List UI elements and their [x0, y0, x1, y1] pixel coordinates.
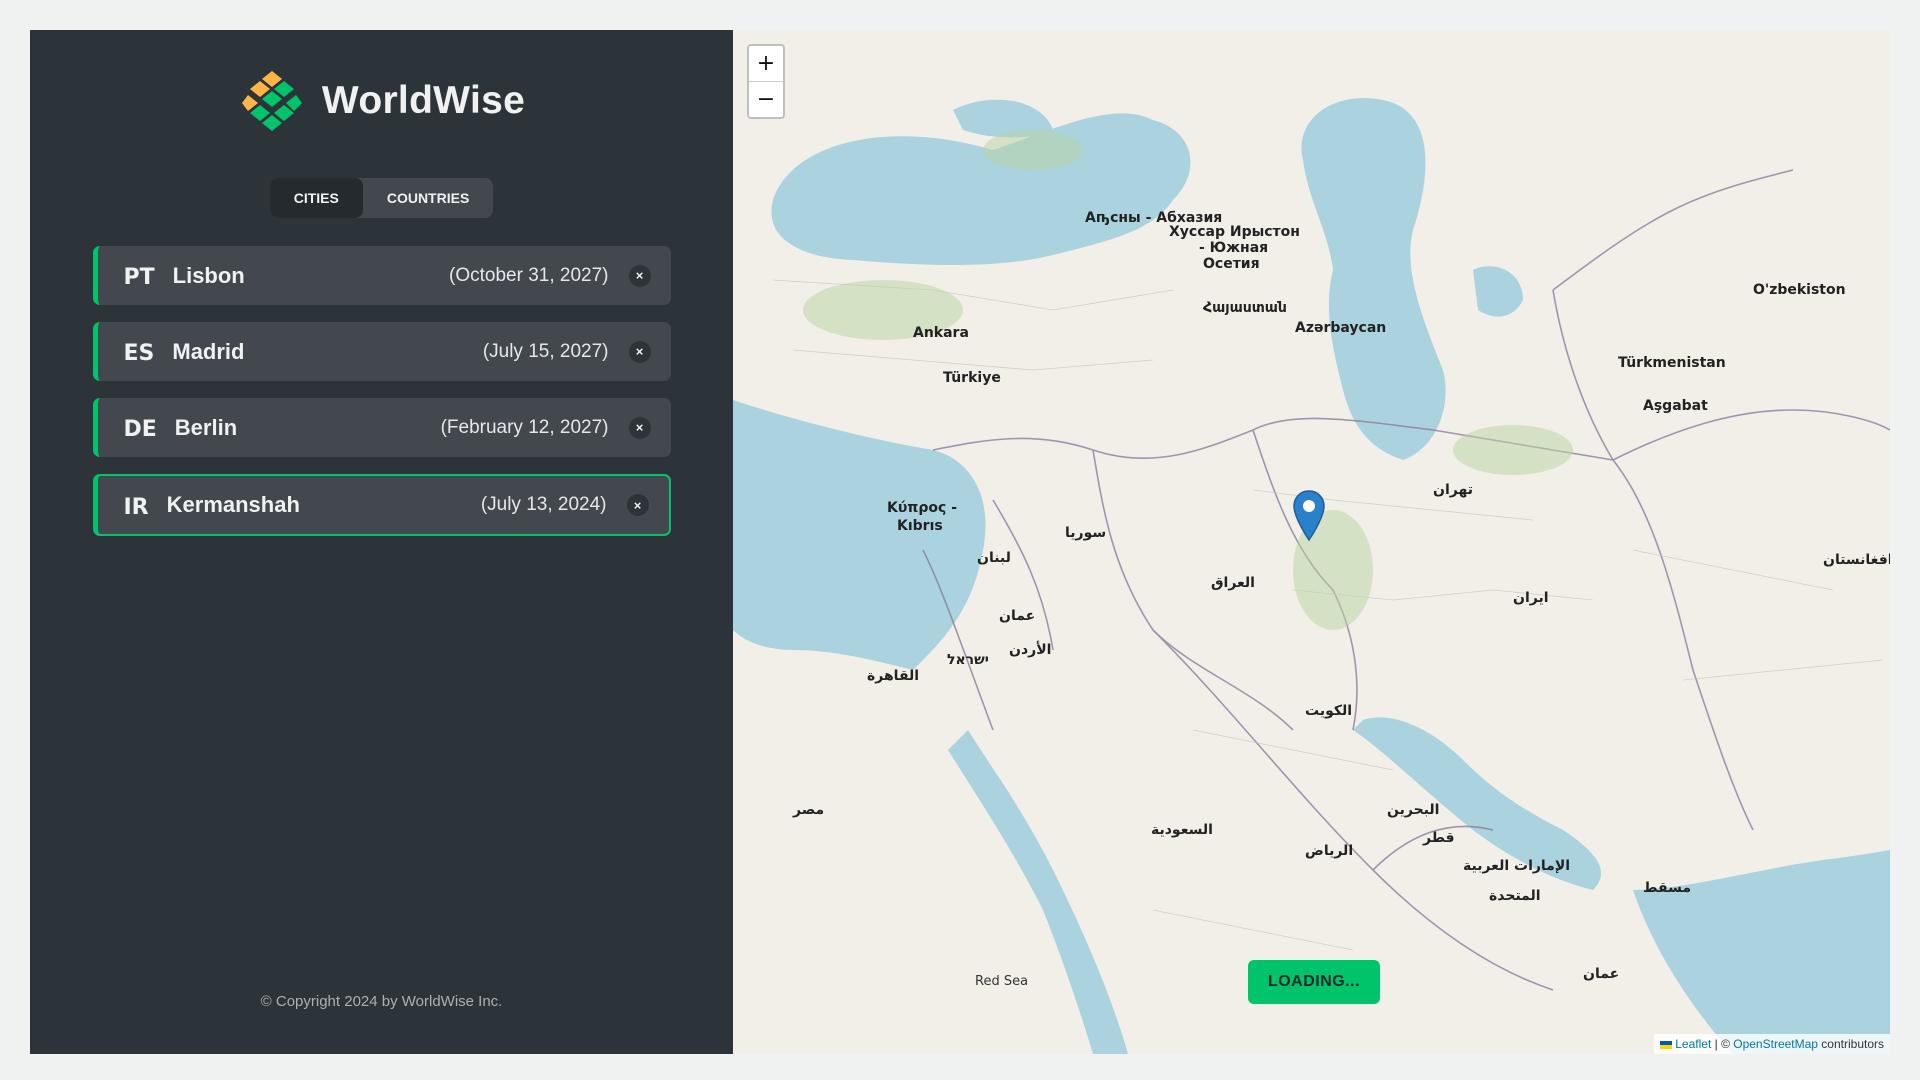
map-label: القاهرة	[867, 668, 920, 684]
map-label: Red Sea	[975, 974, 1029, 989]
map-label: لبنان	[977, 550, 1011, 566]
tab-nav: Cities Countries	[269, 178, 494, 218]
country-code: ES	[123, 341, 155, 366]
app-shell: WorldWise Cities Countries PT Lisbon (Oc…	[30, 30, 1890, 1054]
brand-name: WorldWise	[321, 79, 526, 122]
map-label: العراق	[1211, 575, 1255, 591]
city-list: PT Lisbon (October 31, 2027) × ES Madrid…	[92, 246, 671, 536]
zoom-in-button[interactable]: +	[749, 46, 783, 81]
map-label: افغانستان	[1823, 552, 1890, 568]
map-label: المتحدة	[1489, 888, 1541, 904]
map-label: Κύπρος -	[887, 500, 957, 516]
map-container[interactable]: + − Ankara Türkiye Κύπρος - Kıbrıs Azərb…	[733, 30, 1890, 1054]
attribution-suffix: contributors	[1817, 1037, 1884, 1051]
zoom-control: + −	[747, 44, 785, 119]
map-label: عمان	[1583, 966, 1620, 982]
map-label: عمان	[999, 608, 1036, 624]
map-label: الإمارات العربية	[1463, 858, 1571, 874]
map-label: Türkiye	[943, 370, 1001, 386]
map-label: Azərbaycan	[1295, 320, 1387, 336]
map-label: سوريا	[1065, 525, 1107, 541]
logo[interactable]: WorldWise	[238, 67, 525, 135]
leaflet-flag-icon	[1660, 1040, 1673, 1049]
map-label: Հայաստան	[1203, 300, 1287, 316]
map-label: - Южная	[1199, 240, 1269, 256]
map-label: O'zbekiston	[1753, 282, 1846, 298]
map-label: السعودية	[1151, 822, 1213, 838]
map-label: Türkmenistan	[1618, 355, 1726, 371]
city-date: (July 15, 2027)	[482, 340, 609, 362]
city-item-kermanshah[interactable]: IR Kermanshah (July 13, 2024) ×	[92, 474, 671, 536]
map-tiles[interactable]	[733, 30, 1890, 1054]
map-label: الأردن	[1009, 642, 1052, 658]
leaflet-link[interactable]: Leaflet	[1675, 1037, 1711, 1051]
city-item-madrid[interactable]: ES Madrid (July 15, 2027) ×	[92, 322, 671, 381]
map-label: الكويت	[1305, 703, 1353, 719]
attribution-separator: | ©	[1711, 1037, 1734, 1051]
map-label: Хуссар Ирыстон	[1169, 224, 1300, 240]
map-label: مصر	[793, 802, 825, 818]
map-attribution: Leaflet | © OpenStreetMap contributors	[1654, 1034, 1890, 1054]
map-label: ایران	[1513, 590, 1549, 606]
country-code: IR	[123, 494, 149, 520]
tab-cities[interactable]: Cities	[269, 178, 363, 218]
city-item-lisbon[interactable]: PT Lisbon (October 31, 2027) ×	[92, 246, 671, 305]
openstreetmap-link[interactable]: OpenStreetMap	[1733, 1037, 1818, 1051]
country-code: PT	[123, 265, 155, 290]
sidebar: WorldWise Cities Countries PT Lisbon (Oc…	[30, 30, 733, 1054]
map-label: Kıbrıs	[897, 518, 943, 534]
city-date: (October 31, 2027)	[449, 264, 609, 286]
country-code: DE	[123, 417, 157, 442]
city-date: (February 12, 2027)	[440, 416, 609, 438]
map-label: Aşgabat	[1643, 398, 1708, 414]
copyright: © Copyright 2024 by WorldWise Inc.	[260, 993, 503, 1010]
delete-city-button[interactable]: ×	[628, 416, 651, 439]
map-label: قطر	[1423, 830, 1455, 846]
loading-indicator: LOADING...	[1248, 960, 1380, 1004]
delete-city-button[interactable]: ×	[628, 264, 651, 287]
delete-city-button[interactable]: ×	[626, 494, 649, 516]
map-label: الرياض	[1305, 843, 1354, 859]
zoom-out-button[interactable]: −	[749, 81, 783, 117]
city-name: Madrid	[172, 338, 245, 364]
city-name: Berlin	[174, 414, 238, 440]
map-label: Ankara	[913, 325, 969, 341]
city-name: Kermanshah	[166, 492, 300, 517]
map-label: تهران	[1433, 482, 1473, 498]
city-name: Lisbon	[172, 262, 245, 288]
map-label: ישראל	[947, 652, 989, 668]
city-item-berlin[interactable]: DE Berlin (February 12, 2027) ×	[92, 398, 671, 457]
map-marker-icon[interactable]	[1293, 490, 1325, 542]
worldwise-logo-icon	[239, 69, 304, 133]
map-label: البحرين	[1387, 802, 1440, 818]
tab-countries[interactable]: Countries	[363, 178, 493, 218]
map-label: مسقط	[1643, 880, 1691, 896]
map-label: Осетия	[1203, 256, 1260, 272]
city-date: (July 13, 2024)	[480, 494, 607, 515]
delete-city-button[interactable]: ×	[628, 340, 651, 363]
